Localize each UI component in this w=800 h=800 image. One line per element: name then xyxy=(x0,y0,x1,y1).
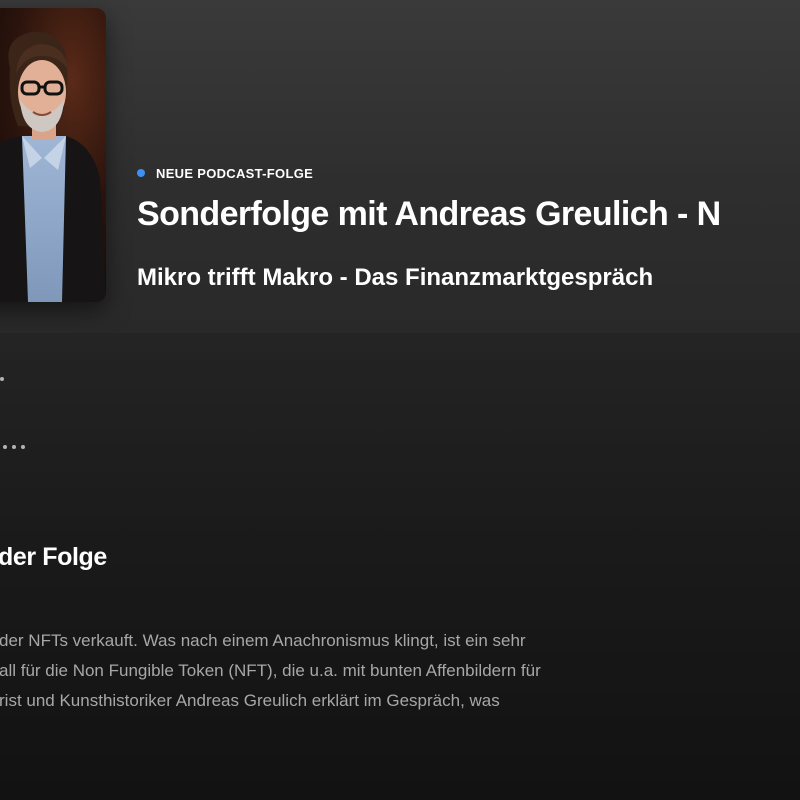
more-options-button[interactable] xyxy=(0,437,42,457)
podcast-cover-image xyxy=(0,8,106,302)
more-dot-icon xyxy=(3,445,7,449)
episode-title: Sonderfolge mit Andreas Greulich - N xyxy=(137,195,721,233)
badge-label: NEUE PODCAST-FOLGE xyxy=(156,165,314,181)
episode-header: NEUE PODCAST-FOLGE Sonderfolge mit Andre… xyxy=(0,0,800,333)
show-name-link[interactable]: Mikro trifft Makro - Das Finanzmarktgesp… xyxy=(137,262,653,294)
more-dot-icon xyxy=(21,445,25,449)
episode-description-heading: der Folge xyxy=(0,543,107,571)
episode-content-area xyxy=(0,333,800,800)
separator-dot xyxy=(0,377,4,381)
description-line: rist und Kunsthistoriker Andreas Greulic… xyxy=(0,691,500,710)
cover-photo-illustration xyxy=(0,8,106,302)
description-line: all für die Non Fungible Token (NFT), di… xyxy=(0,661,541,680)
new-indicator-dot xyxy=(137,169,145,177)
description-line: der NFTs verkauft. Was nach einem Anachr… xyxy=(0,631,526,650)
more-dot-icon xyxy=(12,445,16,449)
episode-description: der NFTs verkauft. Was nach einem Anachr… xyxy=(0,626,800,716)
new-episode-badge: NEUE PODCAST-FOLGE xyxy=(137,164,313,182)
